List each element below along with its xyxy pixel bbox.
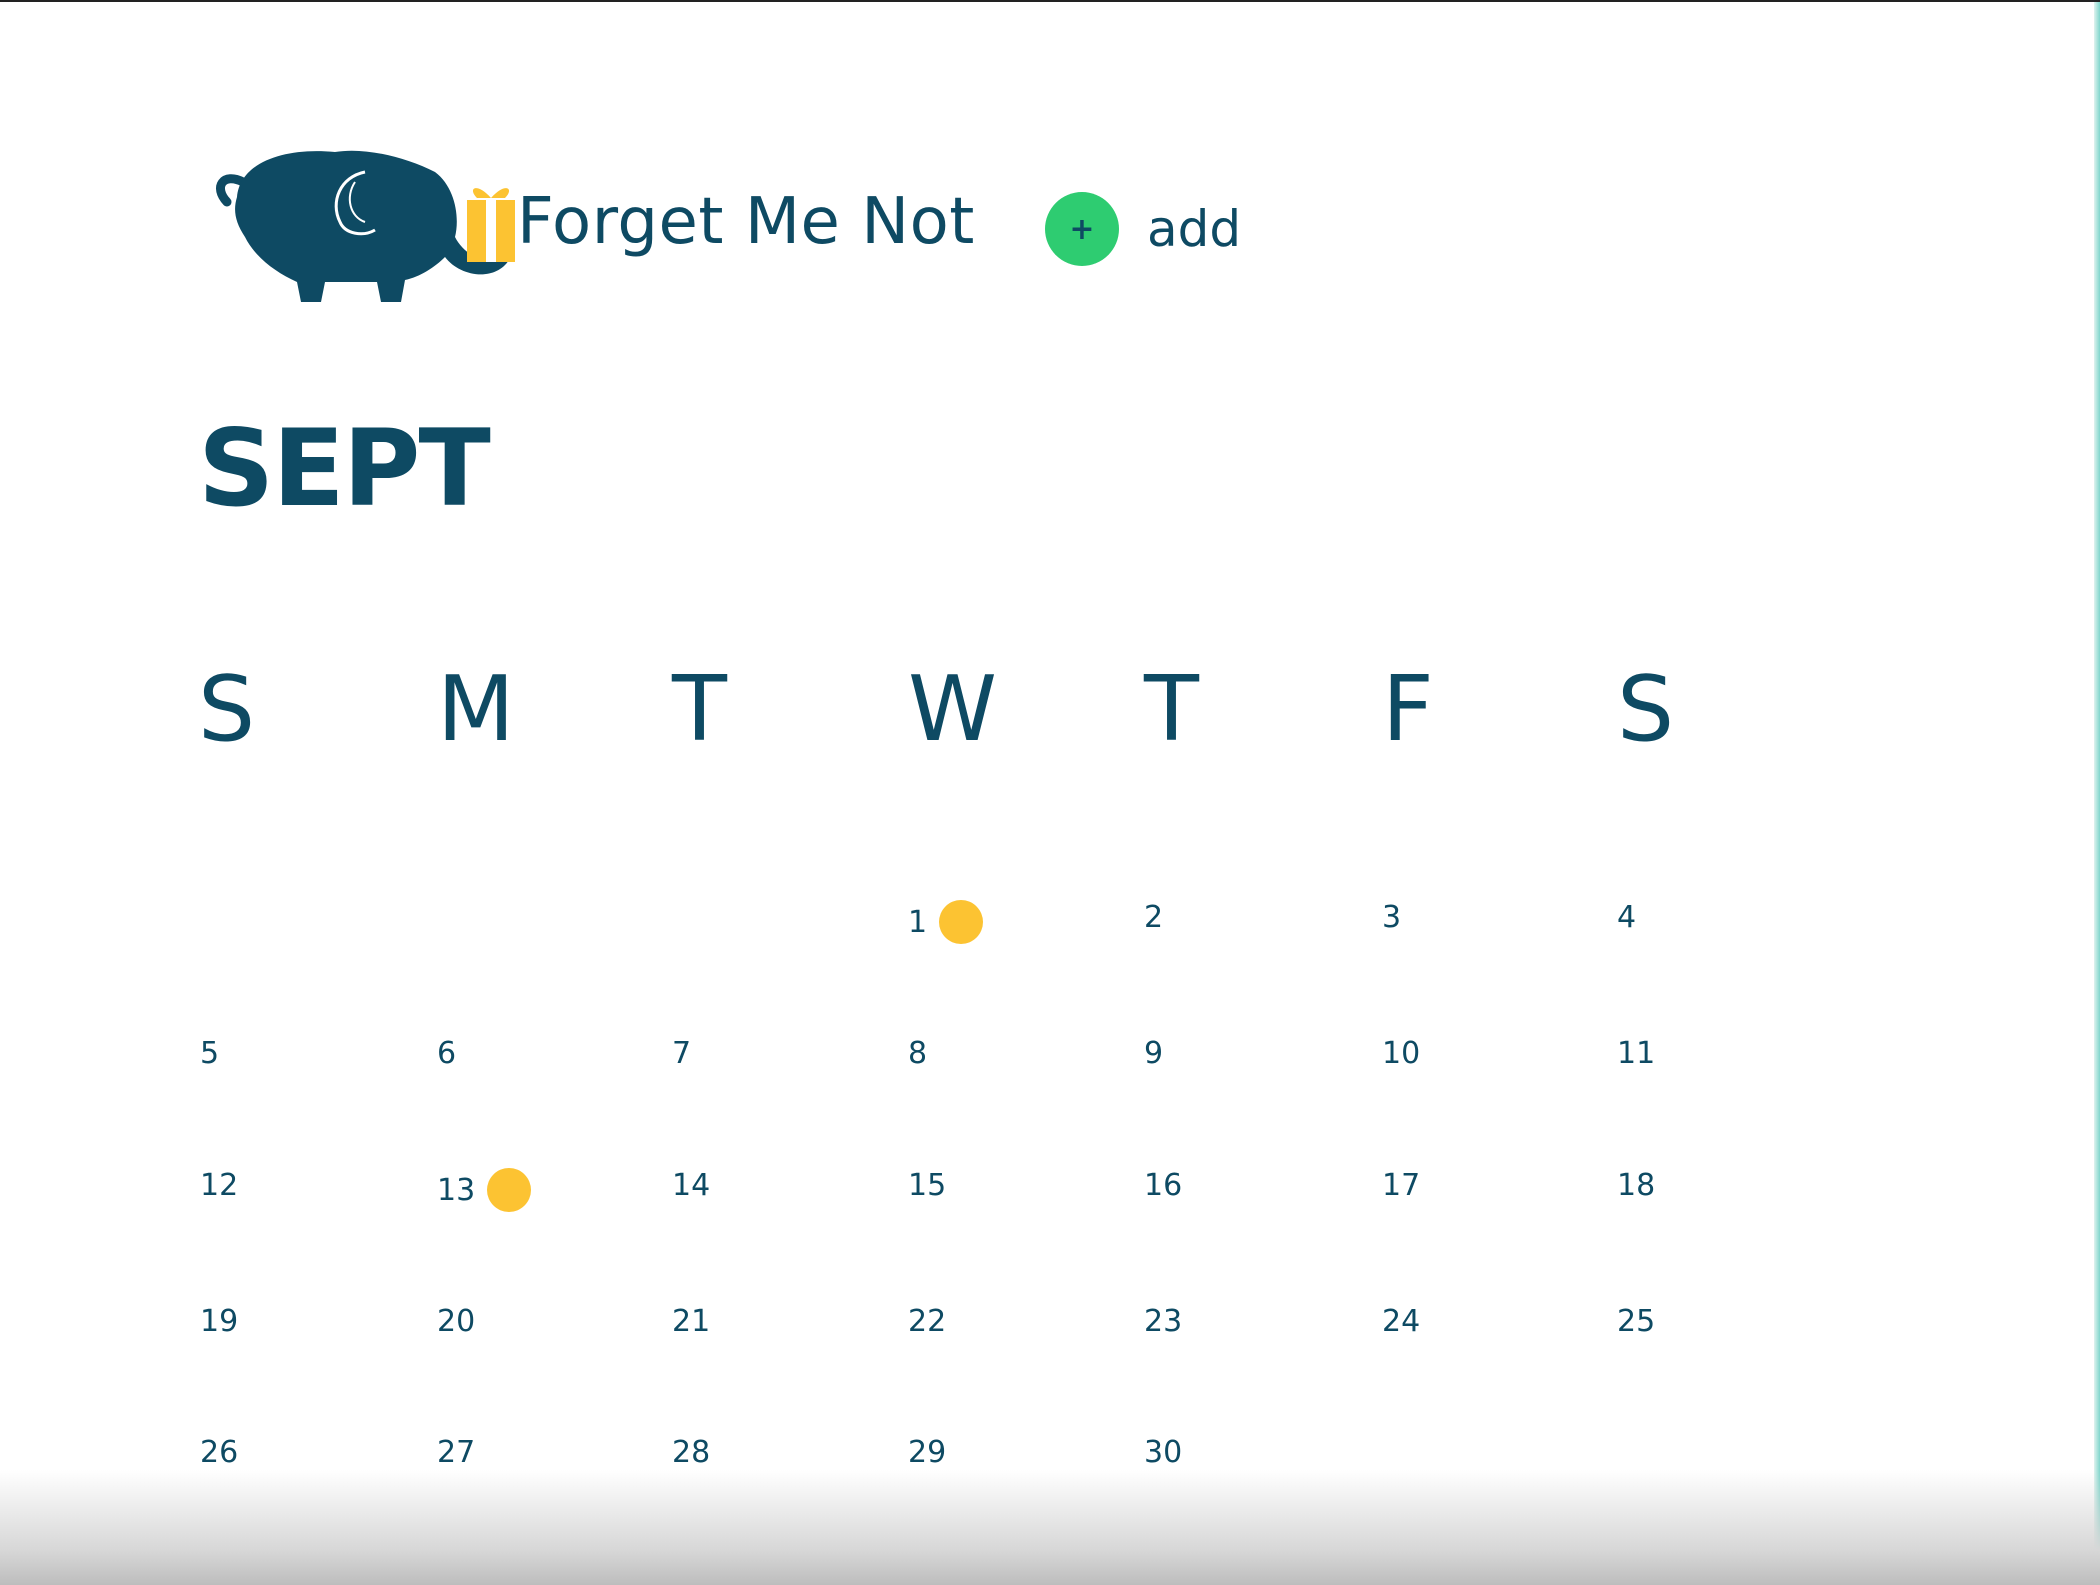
calendar-day[interactable]: 16 (1144, 1168, 1182, 1203)
weekday-sunday: S (198, 657, 256, 762)
calendar-day[interactable]: 17 (1382, 1168, 1420, 1203)
calendar-day[interactable]: 8 (908, 1036, 927, 1071)
day-number: 27 (437, 1435, 476, 1470)
calendar-day[interactable]: 30 (1144, 1435, 1182, 1470)
day-number: 7 (672, 1036, 692, 1071)
calendar-day[interactable]: 28 (672, 1435, 710, 1470)
weekday-monday: M (437, 657, 515, 762)
app-title: Forget Me Not (517, 185, 975, 259)
day-number: 16 (1144, 1168, 1183, 1203)
calendar-day[interactable]: 18 (1617, 1168, 1655, 1203)
calendar-day[interactable]: 12 (200, 1168, 238, 1203)
day-number: 5 (200, 1036, 220, 1071)
calendar-day[interactable]: 24 (1382, 1304, 1420, 1339)
bottom-shadow (0, 1470, 2100, 1585)
calendar-day[interactable]: 15 (908, 1168, 946, 1203)
calendar-day[interactable]: 3 (1382, 900, 1401, 935)
window-edge (2094, 2, 2100, 1585)
day-number: 22 (908, 1304, 947, 1339)
calendar-day[interactable]: 1 (908, 900, 984, 944)
day-number: 17 (1382, 1168, 1421, 1203)
calendar-day[interactable]: 10 (1382, 1036, 1420, 1071)
day-number: 6 (437, 1036, 457, 1071)
day-number: 4 (1617, 900, 1637, 935)
day-number: 2 (1144, 900, 1164, 935)
event-dot-icon[interactable] (939, 900, 984, 944)
calendar-day[interactable]: 22 (908, 1304, 946, 1339)
day-number: 10 (1382, 1036, 1421, 1071)
calendar-day[interactable]: 19 (200, 1304, 238, 1339)
day-number: 14 (672, 1168, 711, 1203)
day-number: 28 (672, 1435, 711, 1470)
day-number: 30 (1144, 1435, 1183, 1470)
day-number: 15 (908, 1168, 947, 1203)
calendar-day[interactable]: 2 (1144, 900, 1163, 935)
calendar-day[interactable]: 23 (1144, 1304, 1182, 1339)
calendar-day[interactable]: 14 (672, 1168, 710, 1203)
plus-icon[interactable]: + (1045, 192, 1119, 266)
calendar-day[interactable]: 27 (437, 1435, 475, 1470)
calendar-day[interactable]: 7 (672, 1036, 691, 1071)
calendar-day[interactable]: 26 (200, 1435, 238, 1470)
calendar-day[interactable]: 6 (437, 1036, 456, 1071)
calendar-day[interactable]: 13 (437, 1168, 532, 1212)
month-title: SEPT (198, 407, 491, 530)
day-number: 9 (1144, 1036, 1164, 1071)
app-header: Forget Me Not (205, 142, 975, 302)
day-number: 21 (672, 1304, 711, 1339)
day-number: 13 (437, 1172, 476, 1208)
calendar-day[interactable]: 9 (1144, 1036, 1163, 1071)
calendar-day[interactable]: 20 (437, 1304, 475, 1339)
elephant-gift-logo-icon (216, 150, 515, 302)
calendar-day[interactable]: 25 (1617, 1304, 1655, 1339)
day-number: 8 (908, 1036, 928, 1071)
day-number: 1 (908, 904, 928, 940)
calendar-day[interactable]: 11 (1617, 1036, 1655, 1071)
day-number: 19 (200, 1304, 239, 1339)
day-number: 29 (908, 1435, 947, 1470)
day-number: 18 (1617, 1168, 1656, 1203)
calendar-day[interactable]: 5 (200, 1036, 219, 1071)
day-number: 26 (200, 1435, 239, 1470)
day-number: 24 (1382, 1304, 1421, 1339)
add-label[interactable]: add (1147, 200, 1241, 258)
weekday-wednesday: W (908, 657, 997, 762)
weekday-saturday: S (1617, 657, 1675, 762)
weekday-header-row: S M T W T F S (0, 657, 1900, 767)
day-number: 3 (1382, 900, 1402, 935)
calendar-day[interactable]: 4 (1617, 900, 1636, 935)
calendar-day[interactable]: 29 (908, 1435, 946, 1470)
weekday-thursday: T (1144, 657, 1199, 762)
day-number: 20 (437, 1304, 476, 1339)
day-number: 23 (1144, 1304, 1183, 1339)
add-button[interactable]: + add (1045, 192, 1241, 266)
event-dot-icon[interactable] (487, 1168, 532, 1212)
day-number: 12 (200, 1168, 239, 1203)
weekday-tuesday: T (672, 657, 727, 762)
weekday-friday: F (1382, 657, 1434, 762)
app-window: Forget Me Not + add SEPT S M T W T F S 1… (0, 0, 2100, 1585)
day-number: 25 (1617, 1304, 1656, 1339)
calendar-day[interactable]: 21 (672, 1304, 710, 1339)
day-number: 11 (1617, 1036, 1656, 1071)
